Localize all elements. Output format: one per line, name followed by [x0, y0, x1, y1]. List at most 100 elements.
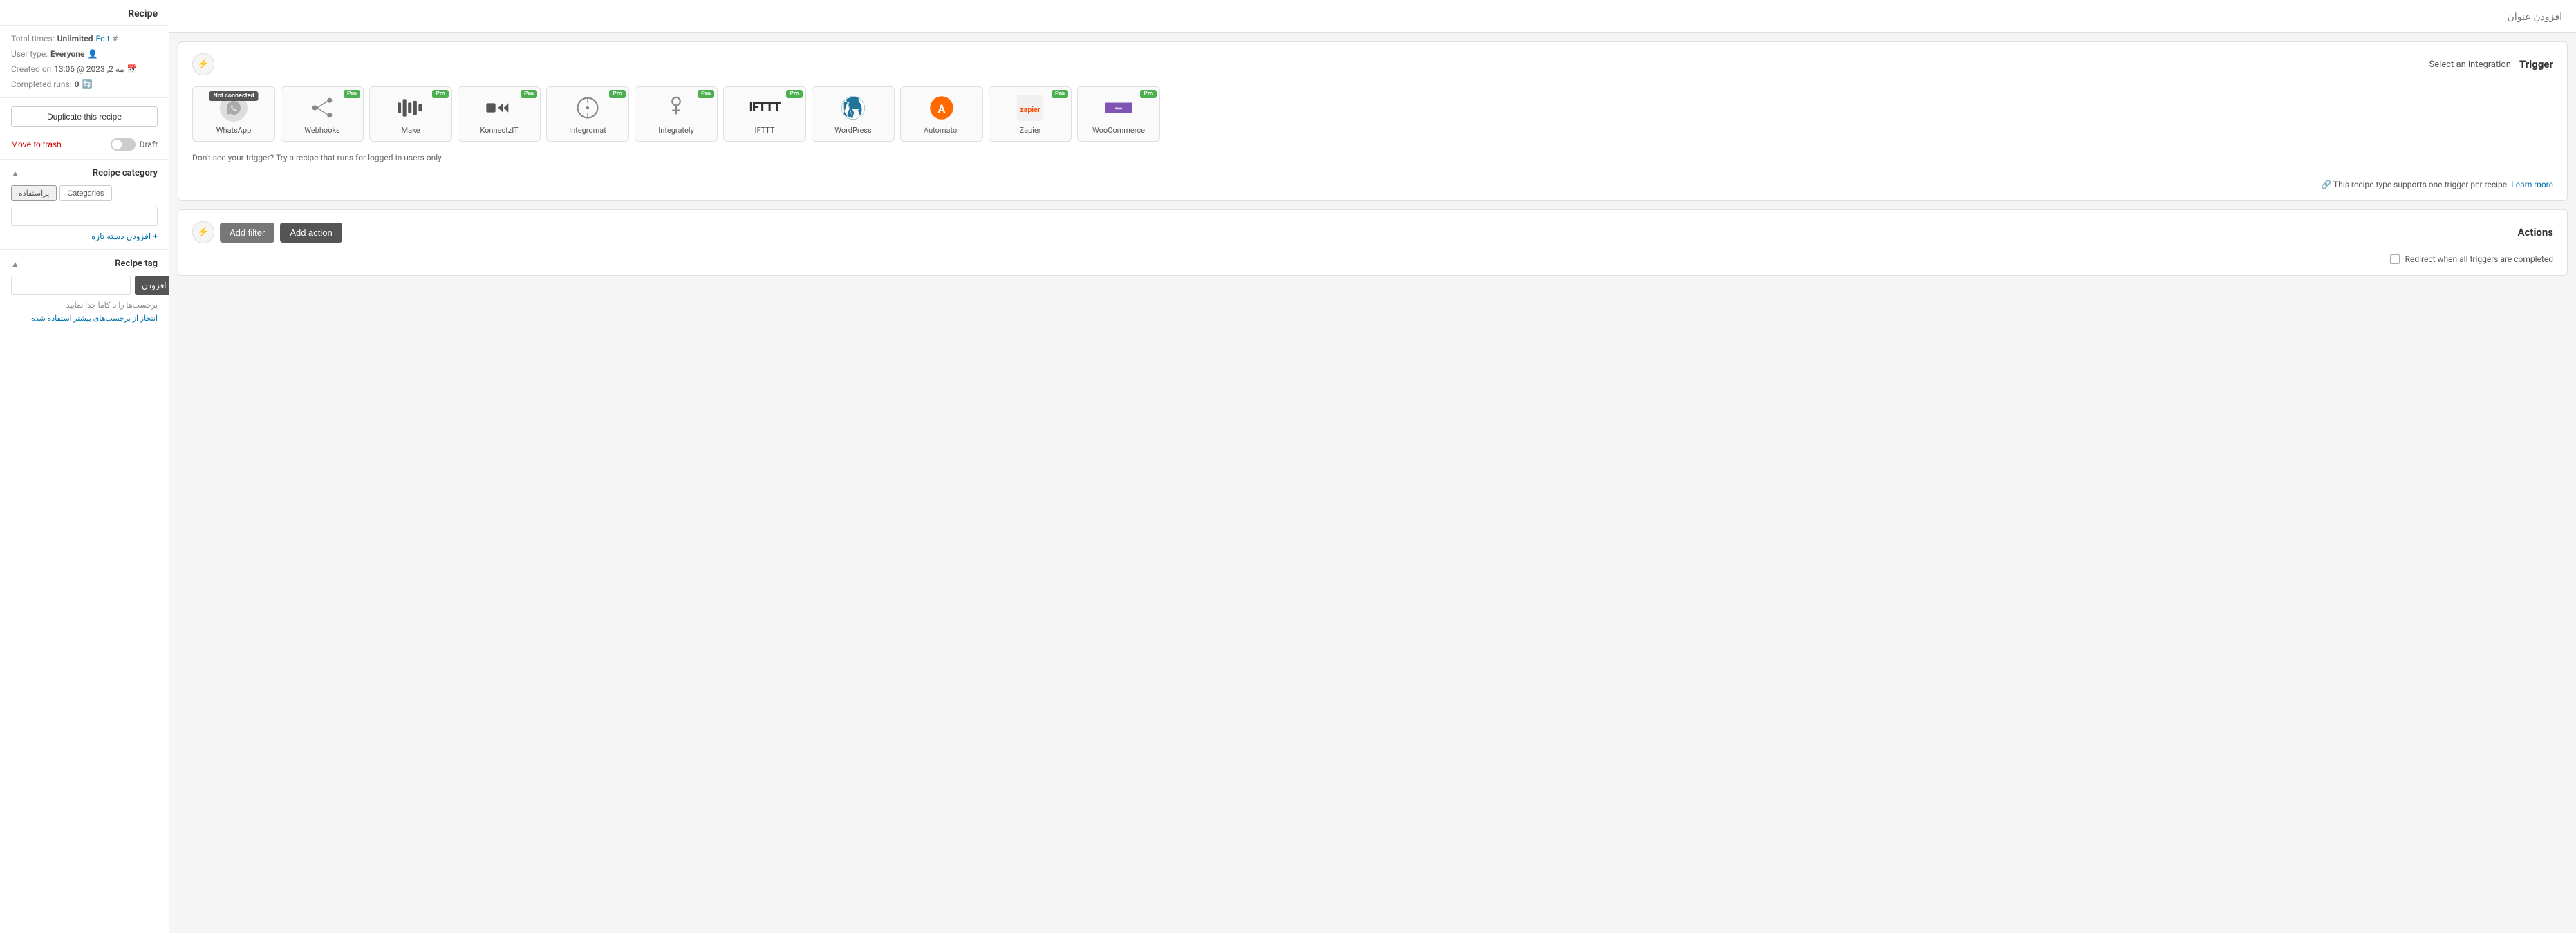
woocommerce-icon: woo: [1105, 94, 1132, 122]
calendar-icon: 📅: [127, 64, 138, 74]
integration-whatsapp[interactable]: Not connected WhatsApp: [192, 86, 275, 142]
trigger-footer-text: 🔗 This recipe type supports one trigger …: [2321, 180, 2553, 189]
refresh-icon: 🔄: [82, 79, 93, 89]
wordpress-label: WordPress: [834, 126, 871, 135]
add-filter-button[interactable]: Add filter: [220, 223, 274, 243]
webhooks-pro-badge: Pro: [344, 90, 360, 98]
konnectzit-label: KonnectzIT: [480, 126, 518, 135]
integrations-grid: Not connected WhatsApp Pro: [192, 86, 2553, 142]
zapier-pro-badge: Pro: [1052, 90, 1068, 98]
actions-panel-title: Actions: [2517, 226, 2553, 238]
integration-automator[interactable]: A Automator: [900, 86, 983, 142]
completed-runs-row: 🔄 0 Completed runs:: [11, 79, 158, 89]
trigger-hint: Don't see your trigger? Try a recipe tha…: [192, 153, 2553, 162]
completed-runs-label: Completed runs:: [11, 79, 72, 89]
draft-toggle-wrap: Draft: [111, 138, 158, 151]
svg-text:A: A: [937, 102, 946, 116]
zapier-icon: zapier: [1016, 94, 1044, 122]
ifttt-label: IFTTT: [754, 126, 774, 135]
integration-integromat[interactable]: Pro Integromat: [546, 86, 629, 142]
move-to-trash-button[interactable]: Move to trash: [11, 140, 62, 149]
integrately-icon: [662, 94, 690, 122]
integromat-pro-badge: Pro: [609, 90, 626, 98]
category-input[interactable]: [11, 207, 158, 226]
edit-link[interactable]: Edit: [95, 34, 109, 44]
automator-label: Automator: [924, 126, 960, 135]
svg-text:zapier: zapier: [1020, 104, 1040, 113]
trigger-footer: 🔗 This recipe type supports one trigger …: [192, 171, 2553, 189]
total-times-row: # Edit Unlimited Total times:: [11, 34, 158, 44]
integrately-label: Integrately: [658, 126, 693, 135]
integration-woocommerce[interactable]: Pro woo WooCommerce: [1077, 86, 1160, 142]
learn-more-link[interactable]: Learn more: [2511, 180, 2553, 189]
trigger-panel-header: ⚡ Select an integration Trigger: [192, 53, 2553, 75]
konnectzit-icon: [485, 94, 513, 122]
ifttt-pro-badge: Pro: [786, 90, 803, 98]
tag-section-title: Recipe tag: [115, 258, 158, 269]
collapse-tag-icon[interactable]: ▲: [11, 259, 19, 269]
redirect-row: Redirect when all triggers are completed: [192, 254, 2553, 264]
user-type-row: 👤 Everyone User type:: [11, 49, 158, 59]
zapier-label: Zapier: [1020, 126, 1041, 135]
konnectzit-pro-badge: Pro: [521, 90, 537, 98]
integration-zapier[interactable]: Pro zapier Zapier: [989, 86, 1072, 142]
tag-input[interactable]: [11, 276, 131, 295]
add-category-link[interactable]: + افزودن دسته تازه: [11, 232, 158, 241]
integromat-label: Integromat: [569, 126, 606, 135]
actions-buttons: ⚡ Add filter Add action: [192, 221, 342, 243]
user-icon: 👤: [88, 49, 98, 59]
select-popular-tags-link[interactable]: انتخاز از برچسب‌های بیشتر استفاده شده: [11, 314, 158, 323]
sidebar-title: Recipe: [0, 0, 169, 26]
actions-lightning-button[interactable]: ⚡: [192, 221, 214, 243]
make-icon: [397, 94, 424, 122]
duplicate-recipe-button[interactable]: Duplicate this recipe: [11, 106, 158, 127]
woocommerce-label: WooCommerce: [1092, 126, 1145, 135]
integration-integrately[interactable]: Pro Integrately: [635, 86, 718, 142]
whatsapp-label: WhatsApp: [216, 126, 252, 135]
category-section-title: Recipe category: [93, 168, 158, 178]
integration-wordpress[interactable]: WordPress: [812, 86, 895, 142]
make-label: Make: [402, 126, 420, 135]
actions-panel-header: ⚡ Add filter Add action Actions: [192, 221, 2553, 243]
select-integration-label: Select an integration: [2429, 59, 2511, 70]
category-section-header: ▲ Recipe category: [11, 168, 158, 178]
title-bar: [169, 0, 2576, 33]
webhooks-label: Webhooks: [304, 126, 339, 135]
tag-section-header: ▲ Recipe tag: [11, 258, 158, 269]
created-date: مه 2, 2023 @ 13:06: [54, 64, 124, 74]
automator-icon: A: [928, 94, 955, 122]
integration-konnectzit[interactable]: Pro KonnectzIT: [458, 86, 541, 142]
add-tag-button[interactable]: افزودن: [135, 276, 174, 295]
tab-persian[interactable]: پراستفاده: [11, 185, 57, 201]
trigger-lightning-button[interactable]: ⚡: [192, 53, 214, 75]
tab-categories[interactable]: Categories: [59, 185, 111, 201]
recipe-tag-section: ▲ Recipe tag افزودن برچسب‌ها را با کاما …: [0, 249, 169, 331]
not-connected-badge: Not connected: [209, 91, 258, 101]
trigger-panel-title: Trigger: [2519, 58, 2553, 70]
created-row: 📅 مه 2, 2023 @ 13:06 Created on: [11, 64, 158, 74]
hash-icon: #: [113, 34, 118, 44]
actions-panel: ⚡ Add filter Add action Actions Redirect…: [178, 209, 2568, 276]
woocommerce-pro-badge: Pro: [1140, 90, 1157, 98]
redirect-label: Redirect when all triggers are completed: [2405, 254, 2553, 264]
integration-webhooks[interactable]: Pro Webhooks: [281, 86, 364, 142]
ifttt-icon: IFTTT: [751, 94, 778, 122]
category-tabs: پراستفاده Categories: [11, 185, 158, 201]
user-type-value: Everyone: [50, 49, 85, 59]
move-to-trash-row: Move to trash Draft: [0, 135, 169, 159]
add-action-button[interactable]: Add action: [280, 223, 342, 243]
collapse-category-icon[interactable]: ▲: [11, 169, 19, 178]
integration-make[interactable]: Pro Make: [369, 86, 452, 142]
recipe-category-section: ▲ Recipe category پراستفاده Categories +…: [0, 159, 169, 249]
created-label: Created on: [11, 64, 51, 74]
integration-ifttt[interactable]: Pro IFTTT IFTTT: [723, 86, 806, 142]
title-input[interactable]: [183, 11, 2562, 22]
make-pro-badge: Pro: [432, 90, 449, 98]
redirect-checkbox[interactable]: [2390, 254, 2400, 264]
completed-runs-value: 0: [75, 79, 80, 89]
trigger-panel: ⚡ Select an integration Trigger Not conn…: [178, 41, 2568, 201]
draft-toggle[interactable]: [111, 138, 136, 151]
integromat-icon: [574, 94, 601, 122]
tag-hint: برچسب‌ها را با کاما جدا نمایید: [11, 301, 158, 310]
sidebar: Recipe # Edit Unlimited Total times: 👤 E…: [0, 0, 169, 933]
